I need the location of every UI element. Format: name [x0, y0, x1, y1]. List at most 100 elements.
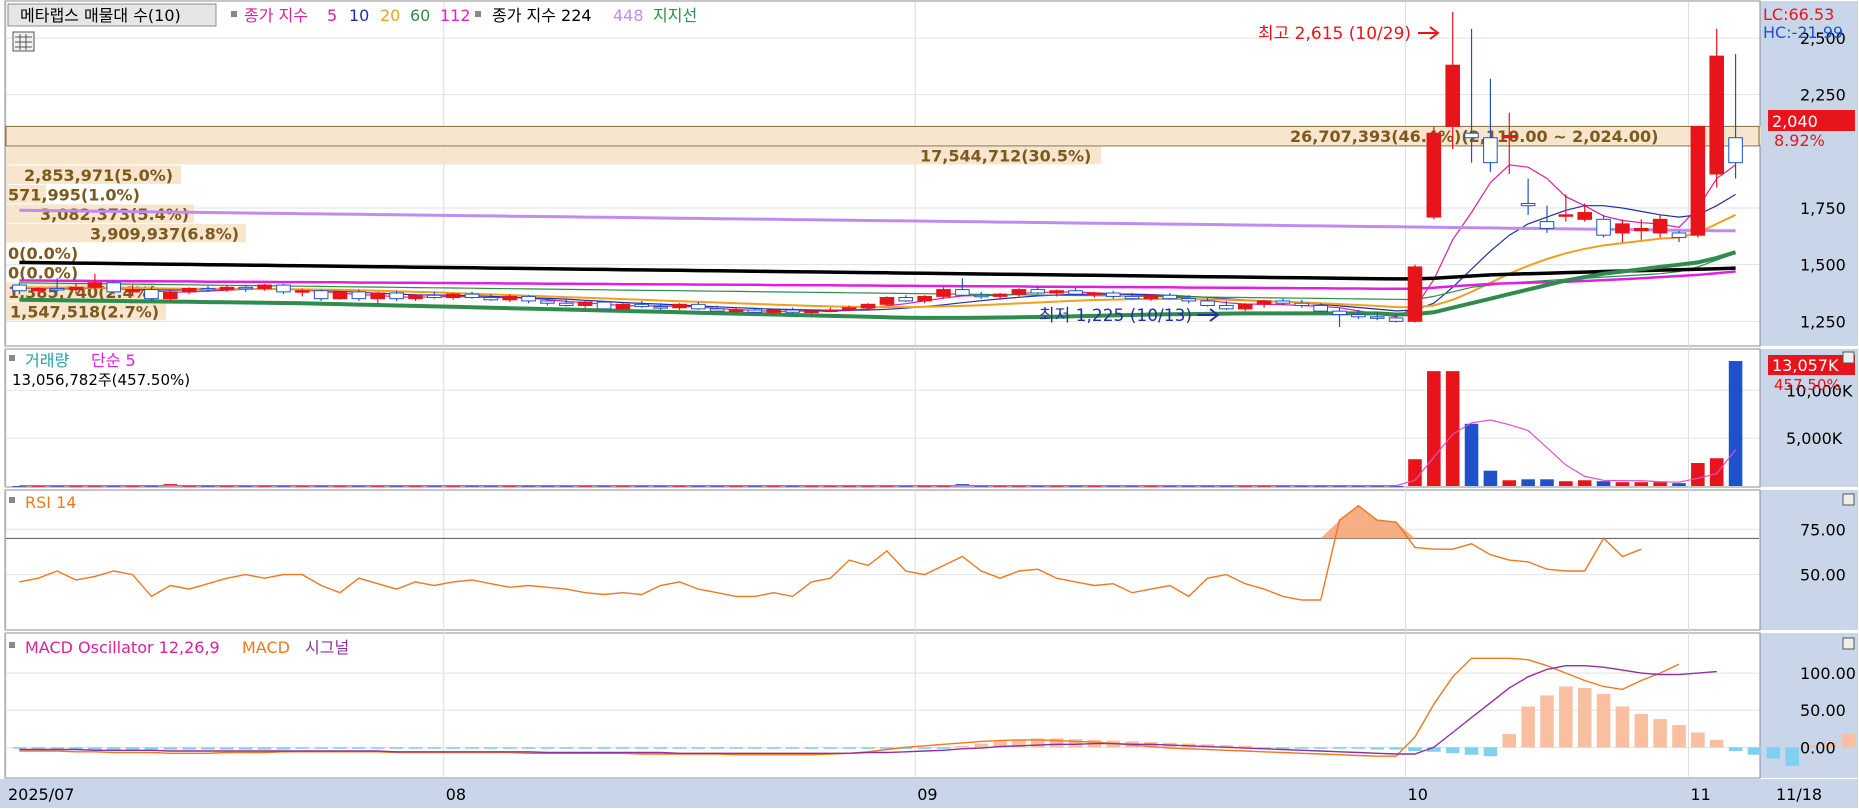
macd-osc-bar — [465, 747, 479, 749]
candle-body — [521, 295, 536, 302]
macd-osc-bar — [125, 747, 140, 750]
candle-body — [12, 284, 27, 292]
candle-body — [973, 294, 989, 298]
volume-bar — [1615, 482, 1630, 486]
macd-osc-bar — [936, 747, 951, 749]
macd-osc-bar — [1766, 747, 1781, 759]
candle-body — [1615, 223, 1630, 234]
macd-osc-bar — [672, 747, 687, 749]
macd-osc-bar — [521, 747, 536, 749]
candle-body — [1501, 134, 1517, 139]
volume-bar — [1464, 423, 1479, 486]
candle-body — [1105, 292, 1121, 297]
volume-bar — [1672, 483, 1686, 486]
candle-body — [163, 291, 178, 300]
macd-osc-bar — [1728, 747, 1743, 752]
price-tick-label: 2,250 — [1800, 86, 1846, 105]
x-last-label: 11/18 — [1776, 785, 1822, 804]
macd-osc-bar — [50, 747, 64, 749]
macd-osc-bar — [333, 747, 347, 749]
candle-body — [1633, 227, 1649, 232]
macd-osc-bar — [1068, 739, 1083, 748]
macd-osc-bar — [1596, 693, 1611, 748]
macd-osc-bar — [427, 747, 442, 749]
candle-body — [464, 293, 480, 299]
volume-profile-label: 3,082,373(5.4%) — [40, 205, 189, 224]
macd-osc-bar — [917, 747, 932, 749]
macd-osc-bar — [1502, 733, 1517, 748]
candle-body — [144, 289, 159, 300]
candle-body — [823, 309, 838, 312]
macd-osc-bar — [823, 747, 838, 749]
legend-ma112: 112 — [440, 6, 471, 25]
candle-body — [1426, 132, 1442, 218]
candle-body — [502, 295, 518, 301]
close-icon[interactable] — [1842, 351, 1855, 364]
macd-osc-bar — [578, 747, 592, 749]
price-tick-label: 1,500 — [1800, 256, 1846, 275]
macd-osc-bar — [88, 747, 102, 750]
lc-label: LC:66.53 — [1763, 5, 1834, 24]
volume-profile-label: 571,995(1.0%) — [8, 186, 140, 205]
rsi-legend: RSI 14 — [25, 493, 76, 512]
macd-osc-bar — [276, 747, 291, 750]
candle-body — [936, 289, 951, 297]
rsi-axis-bg — [1760, 490, 1858, 630]
x-tick-label: 2025/07 — [8, 785, 74, 804]
macd-osc-bar — [540, 747, 555, 749]
price-tick-label: 1,750 — [1800, 199, 1846, 218]
candle-body — [1143, 294, 1159, 300]
macd-osc-bar — [352, 747, 366, 749]
legend-box-label[interactable]: 메타랩스 매물대 수(10) — [20, 6, 181, 25]
volume-bar — [1521, 479, 1535, 486]
close-icon[interactable] — [1842, 493, 1855, 506]
candle-body — [1181, 298, 1196, 302]
macd-osc-bar — [1445, 747, 1460, 754]
macd-osc-bar — [559, 747, 574, 749]
macd-osc-bar — [1295, 747, 1309, 749]
macd-osc-bar — [1276, 747, 1290, 749]
volume-profile-label: 3,909,937(6.8%) — [90, 225, 239, 244]
macd-osc-bar — [1313, 747, 1328, 749]
close-icon[interactable] — [1842, 637, 1855, 650]
macd-osc-bar — [1238, 745, 1253, 748]
macd-osc-bar — [484, 747, 498, 749]
candle-body — [389, 292, 404, 300]
macd-osc-bar — [955, 745, 970, 748]
legend-ma5: 5 — [327, 6, 337, 25]
macd-osc-bar — [1634, 713, 1649, 748]
price-axis-bg — [1760, 1, 1858, 346]
macd-osc-bar — [1370, 747, 1385, 750]
x-tick-label: 08 — [446, 785, 466, 804]
x-tick-label: 09 — [917, 785, 937, 804]
macd-osc-bar — [446, 747, 460, 749]
macd-osc-bar — [144, 747, 159, 750]
candle-body — [408, 294, 423, 300]
candle-body — [1520, 202, 1536, 207]
candle-body — [1407, 266, 1423, 322]
candle-body — [351, 291, 367, 300]
candle-body — [1671, 232, 1687, 238]
macd-osc-bar — [710, 747, 724, 749]
volume-value-text: 13,056,782주(457.50%) — [12, 371, 190, 389]
candle-body — [1068, 290, 1083, 295]
candle-body — [68, 286, 84, 291]
candle-body — [219, 286, 235, 291]
macd-osc-bar — [634, 747, 649, 749]
macd-osc-bar — [861, 747, 875, 749]
volume-profile-label: 17,544,712(30.5%) — [920, 147, 1091, 166]
candle-body — [898, 297, 914, 302]
hc-label: HC:-21.99 — [1763, 23, 1843, 42]
macd-osc-bar — [201, 747, 215, 750]
volume-tick-label: 5,000K — [1786, 429, 1843, 448]
candle-body — [125, 289, 140, 293]
candle-body — [1124, 295, 1140, 300]
macd-osc-bar — [1841, 733, 1856, 748]
candle-body — [1332, 310, 1347, 316]
macd-osc-bar — [974, 743, 989, 748]
candle-body — [87, 282, 103, 288]
candle-body — [1049, 290, 1064, 294]
legend-bullet — [9, 642, 15, 648]
macd-osc-bar — [1672, 725, 1686, 748]
candle-body — [785, 309, 800, 313]
